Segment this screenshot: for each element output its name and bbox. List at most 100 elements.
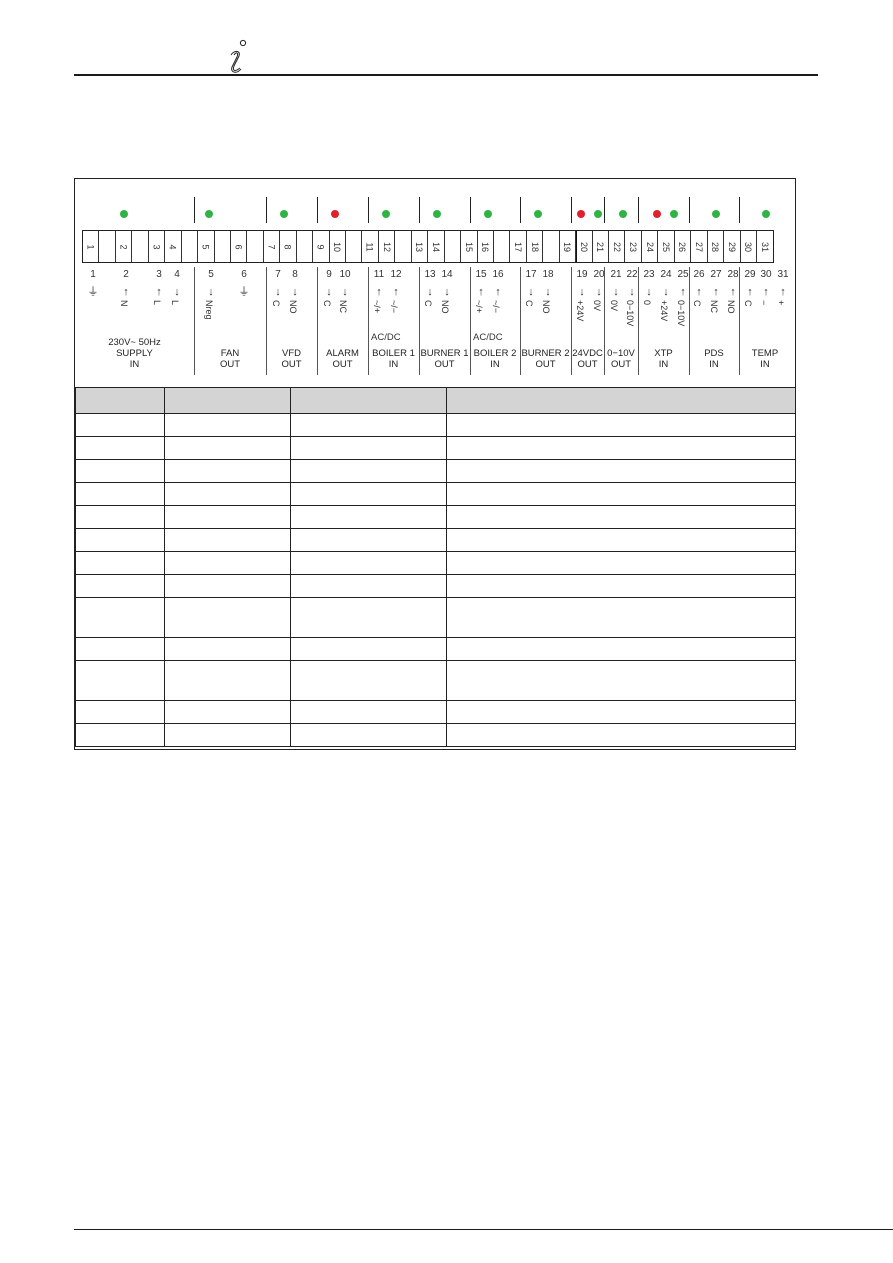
table-row xyxy=(75,597,796,638)
table-row xyxy=(75,413,796,437)
table-cell xyxy=(290,436,447,460)
table-header-cell xyxy=(446,387,796,414)
terminal-signal-label: NC xyxy=(338,300,348,313)
terminal-signal-label: C xyxy=(524,300,534,307)
group-divider-top xyxy=(571,197,572,223)
strip-cell-number: 12 xyxy=(381,241,392,252)
strip-cell: 4 xyxy=(165,231,182,262)
strip-cell-number: 11 xyxy=(365,241,376,252)
terminal-signal-label: NO xyxy=(726,300,736,314)
led-green xyxy=(280,210,288,218)
strip-cell-number: 20 xyxy=(579,241,590,252)
led-green xyxy=(534,210,542,218)
table-cell xyxy=(446,660,796,701)
table-cell xyxy=(75,505,165,529)
strip-cell-number: 24 xyxy=(644,241,655,252)
strip-cell-number: 14 xyxy=(430,241,441,252)
strip-cell-number: 31 xyxy=(760,241,771,252)
arrow-down-icon: ↓ xyxy=(208,286,214,298)
terminal-number: 19 xyxy=(576,269,588,280)
group-label-line: IN xyxy=(129,359,140,370)
strip-cell: 20 xyxy=(576,231,593,262)
ground-icon: ⏚ xyxy=(87,286,99,298)
arrow-down-icon: ↓ xyxy=(326,286,332,298)
terminal-signal-label: C xyxy=(692,300,702,307)
strip-cell xyxy=(297,231,314,262)
table-cell xyxy=(75,637,165,661)
group-label-line: OUT xyxy=(281,359,302,370)
strip-cell: 26 xyxy=(675,231,692,262)
header-rule xyxy=(74,74,818,76)
group-label-line: FAN xyxy=(220,348,240,359)
strip-cell-number: 30 xyxy=(743,241,754,252)
group-label-burner1: BURNER 1 OUT xyxy=(419,348,470,370)
led-red xyxy=(577,210,585,218)
strip-cell-number: 28 xyxy=(710,241,721,252)
table-row xyxy=(75,528,796,552)
acdc-label: AC/DC xyxy=(473,332,503,343)
table-cell xyxy=(164,597,291,638)
table-row xyxy=(75,505,796,529)
strip-cell xyxy=(494,231,511,262)
strip-cell xyxy=(215,231,231,262)
terminal-number: 13 xyxy=(424,269,436,280)
strip-cell-number: 18 xyxy=(529,241,540,252)
group-divider-top xyxy=(470,197,471,223)
table-cell xyxy=(75,574,165,598)
arrow-up-icon: ↑ xyxy=(478,286,484,298)
led-green xyxy=(762,210,770,218)
group-label-line: BURNER 2 xyxy=(521,348,570,359)
table-cell xyxy=(290,660,447,701)
table-cell xyxy=(164,700,291,724)
terminal-diagram: 1 2 3 4 5 6 7 8 9 10 11 12 13 14 15 16 17 18 19 20 21 22 23 24 2… xyxy=(75,179,795,387)
strip-cell: 25 xyxy=(658,231,675,262)
group-label-boiler2: BOILER 2 IN xyxy=(470,348,520,370)
table-row xyxy=(75,574,796,598)
strip-cell-number: 8 xyxy=(282,243,293,250)
arrow-up-icon: ↑ xyxy=(747,286,753,298)
strip-cell-number: 25 xyxy=(661,241,672,252)
led-green xyxy=(120,210,128,218)
terminal-number: 27 xyxy=(710,269,722,280)
strip-cell: 17 xyxy=(510,231,527,262)
strip-cell: 10 xyxy=(330,231,346,262)
led-red xyxy=(653,210,661,218)
table-row xyxy=(75,482,796,506)
terminal-number: 10 xyxy=(339,269,351,280)
arrow-down-icon: ↓ xyxy=(528,286,534,298)
group-divider-top xyxy=(638,197,639,223)
group-divider-top xyxy=(604,197,605,223)
table-cell xyxy=(75,597,165,638)
strip-cell-number: 13 xyxy=(414,241,425,252)
terminal-number: 8 xyxy=(292,269,298,280)
group-divider-top xyxy=(266,197,267,223)
group-label-line: 230V~ 50Hz xyxy=(108,337,161,348)
table-cell xyxy=(290,723,447,747)
strip-cell xyxy=(247,231,264,262)
terminal-signal-label: ~/− xyxy=(389,300,399,314)
terminal-number: 24 xyxy=(660,269,672,280)
strip-cell-number: 7 xyxy=(266,243,277,250)
terminal-number: 22 xyxy=(626,269,638,280)
strip-cell: 19 xyxy=(560,231,577,262)
terminal-number: 14 xyxy=(441,269,453,280)
strip-cell: 23 xyxy=(625,231,642,262)
group-label-line: OUT xyxy=(332,359,353,370)
terminal-number: 12 xyxy=(390,269,402,280)
group-label-line: VFD xyxy=(282,348,301,359)
table-header-cell xyxy=(75,387,165,414)
strip-cell-number: 10 xyxy=(332,241,343,252)
terminal-signal-label: 0 xyxy=(642,300,652,306)
group-divider-top xyxy=(317,197,318,223)
terminal-signal-label: ~/− xyxy=(491,300,501,314)
strip-cell: 29 xyxy=(724,231,741,262)
arrow-down-icon: ↓ xyxy=(646,286,652,298)
table-cell xyxy=(446,700,796,724)
terminal-signal-label: NO xyxy=(440,300,450,314)
group-label-line: IN xyxy=(388,359,399,370)
arrow-down-icon: ↓ xyxy=(579,286,585,298)
terminal-number: 20 xyxy=(593,269,605,280)
group-label-line: BOILER 1 xyxy=(372,348,415,359)
terminal-signal-label: NO xyxy=(288,300,298,314)
group-label-line: BURNER 1 xyxy=(420,348,469,359)
